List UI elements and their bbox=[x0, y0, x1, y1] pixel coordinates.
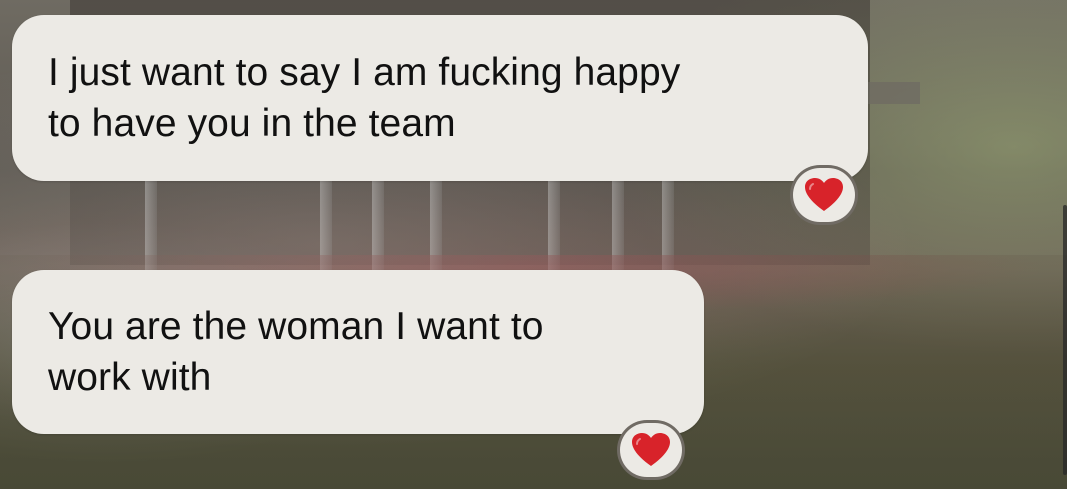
message-bubble[interactable]: You are the woman I want to work with bbox=[12, 270, 704, 434]
message-bubble[interactable]: I just want to say I am fucking happy to… bbox=[12, 15, 868, 181]
heart-reaction[interactable] bbox=[790, 165, 858, 225]
red-heart-icon bbox=[805, 178, 843, 211]
message-text: You are the woman I want to work with bbox=[48, 305, 544, 399]
heart-reaction[interactable] bbox=[617, 420, 685, 480]
scroll-indicator[interactable] bbox=[1063, 205, 1067, 475]
red-heart-icon bbox=[632, 433, 670, 466]
message-text: I just want to say I am fucking happy to… bbox=[48, 51, 681, 145]
